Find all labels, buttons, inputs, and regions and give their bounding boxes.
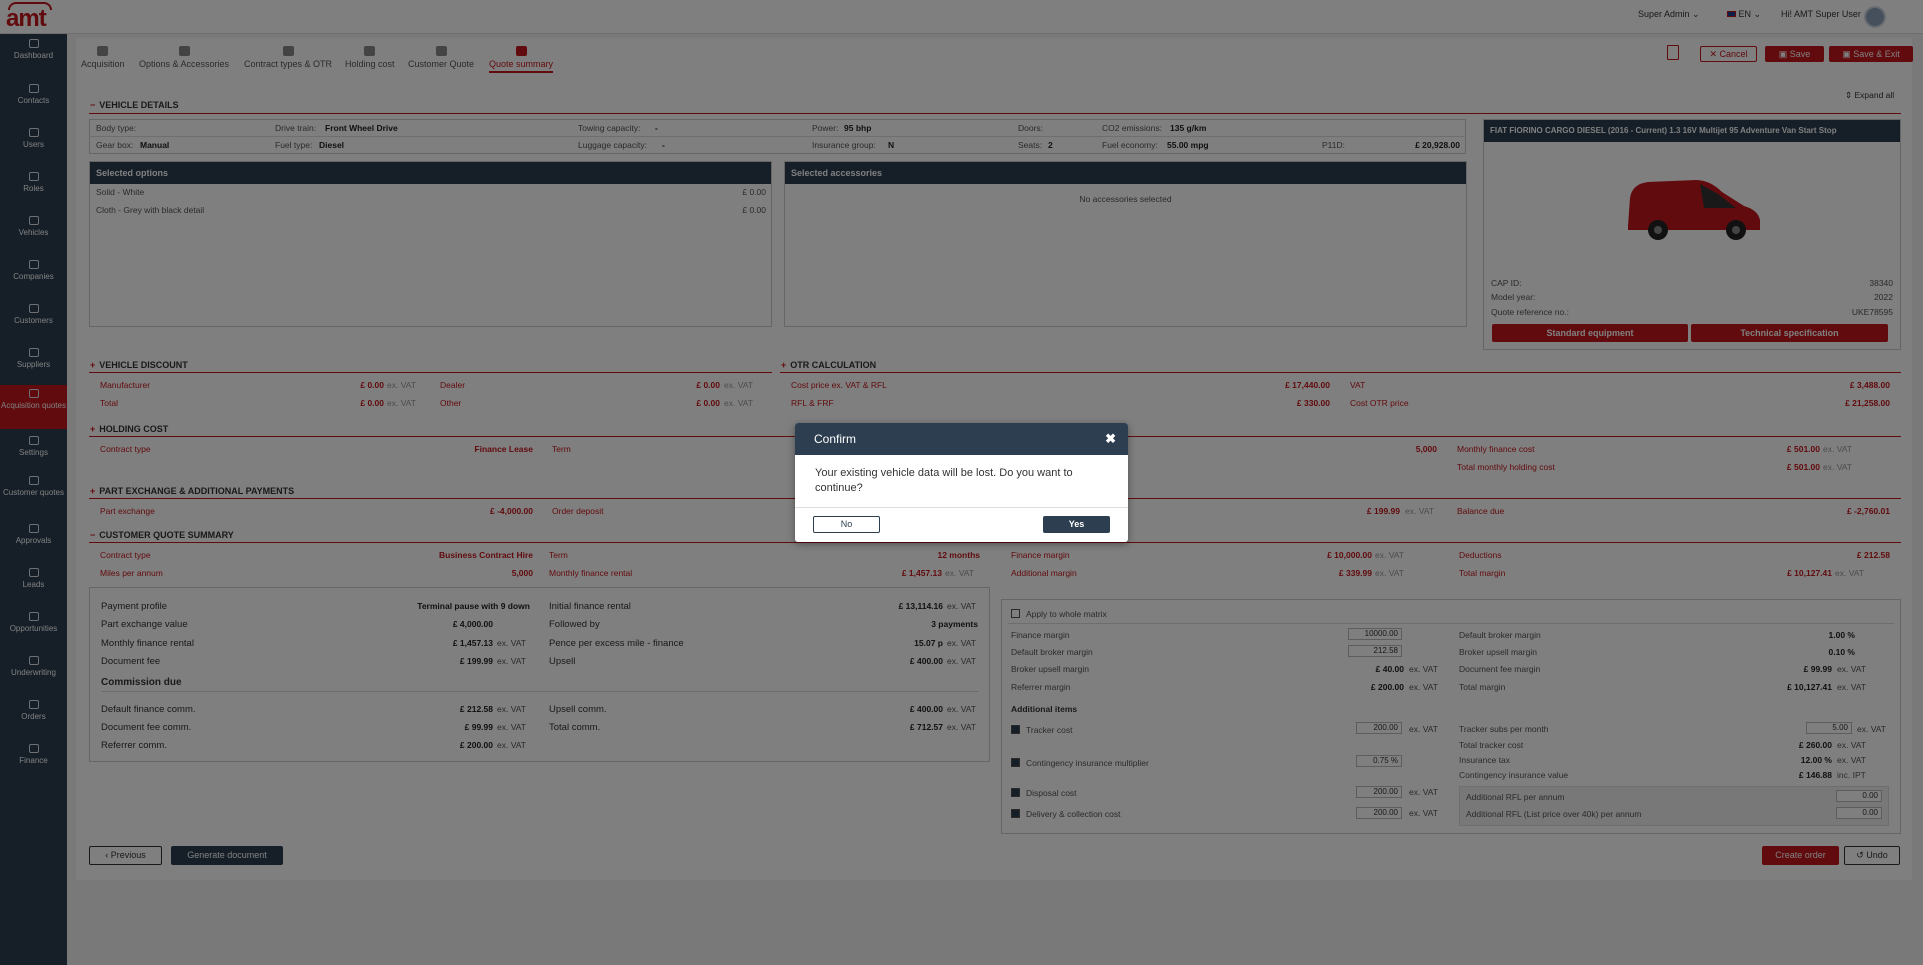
- confirm-dialog: Confirm ✖ Your existing vehicle data wil…: [795, 423, 1128, 542]
- dialog-divider: [795, 507, 1128, 508]
- close-icon[interactable]: ✖: [1105, 423, 1116, 455]
- dialog-message: Your existing vehicle data will be lost.…: [815, 467, 1073, 494]
- yes-button[interactable]: Yes: [1043, 516, 1110, 533]
- no-button[interactable]: No: [813, 516, 880, 533]
- dialog-title: Confirm: [795, 423, 1128, 455]
